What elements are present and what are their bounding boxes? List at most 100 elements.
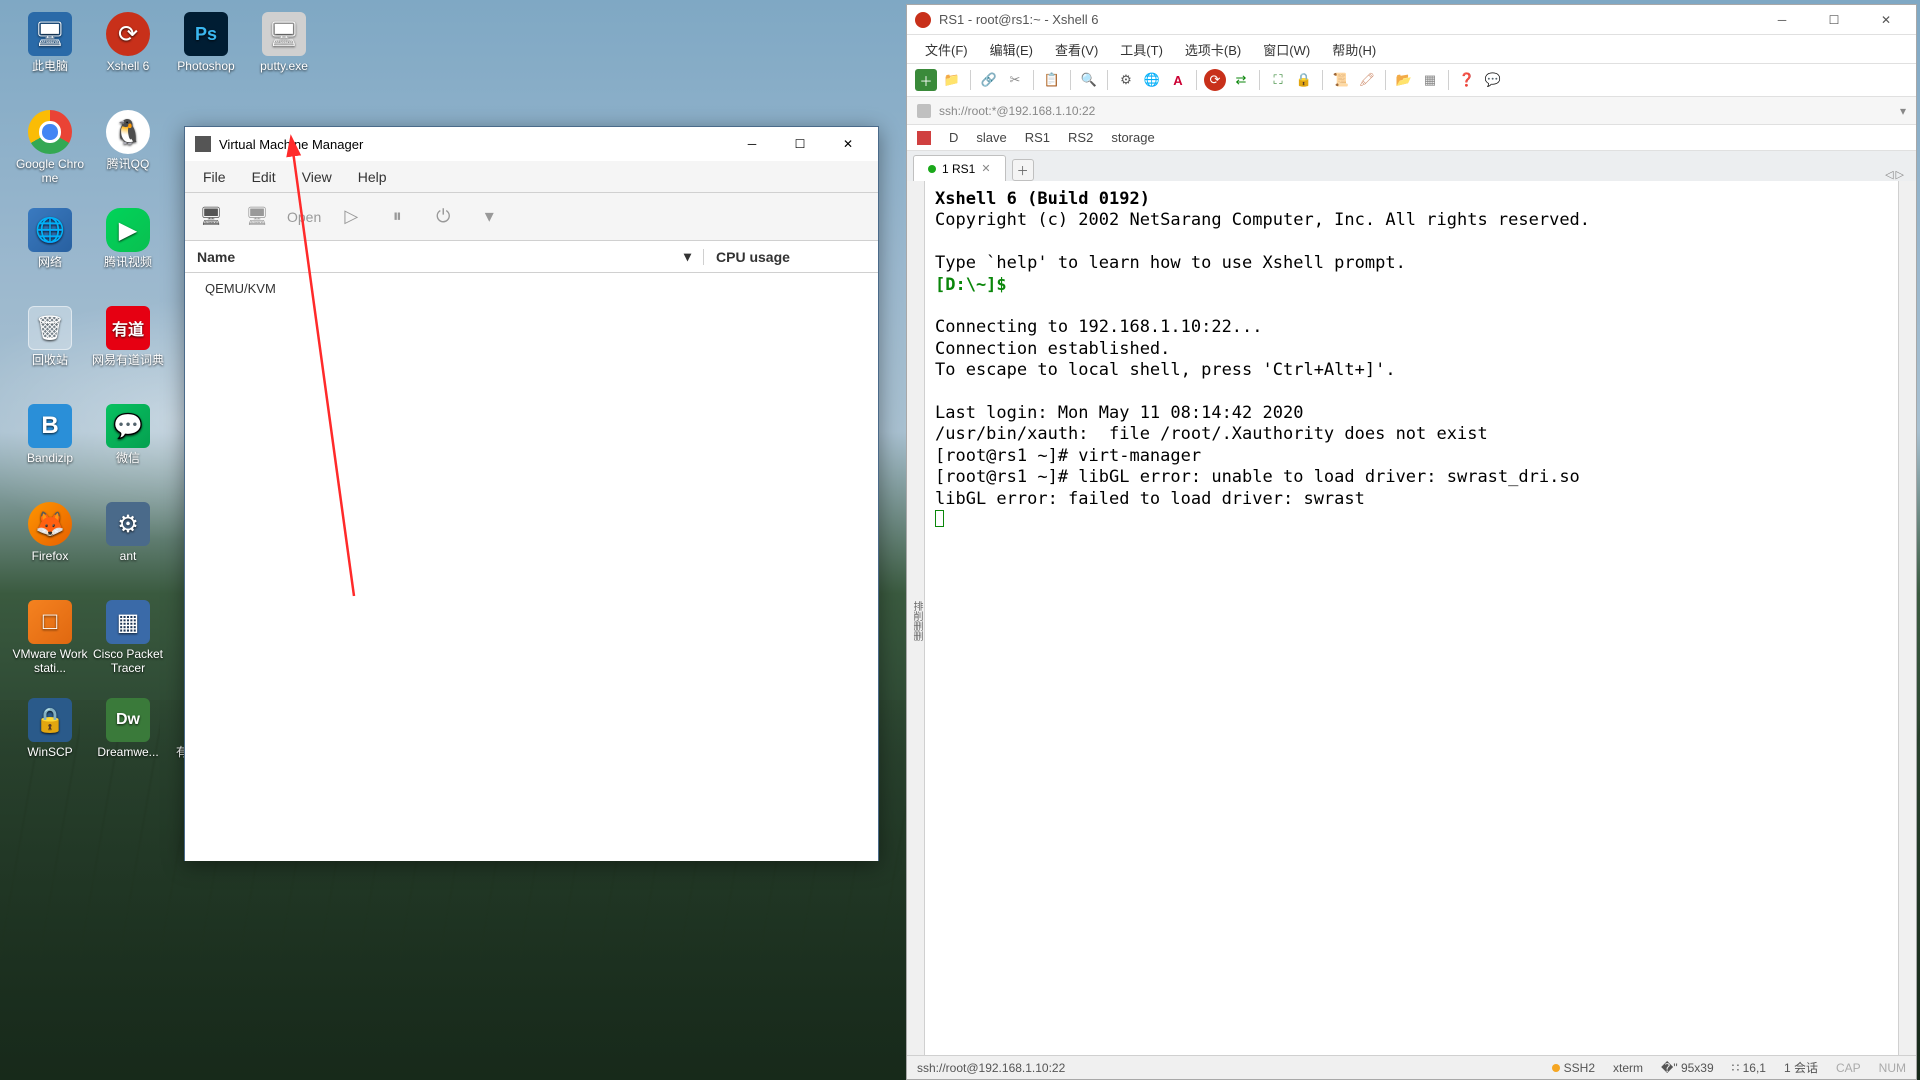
pause-icon[interactable]: ⏸: [381, 201, 413, 233]
app-icon: 🖥: [262, 12, 306, 56]
new-tab-button[interactable]: ＋: [1012, 159, 1034, 181]
copy-icon[interactable]: 📋: [1041, 69, 1063, 91]
xshell-logo-icon[interactable]: ⟳: [1204, 69, 1226, 91]
separator: [1033, 70, 1034, 90]
terminal-scrollbar[interactable]: [1898, 181, 1916, 1055]
desktop-icon-Bandizip[interactable]: BBandizip: [12, 400, 88, 498]
shutdown-icon[interactable]: ⏻: [427, 201, 459, 233]
desktop-icon-Dreamwe...[interactable]: DwDreamwe...: [90, 694, 166, 792]
desktop-icon-腾讯视频[interactable]: ▶腾讯视频: [90, 204, 166, 302]
desktop-icon-Xshell 6[interactable]: ⟳Xshell 6: [90, 8, 166, 106]
feedback-icon[interactable]: 💬: [1482, 69, 1504, 91]
folder-icon[interactable]: 📂: [1393, 69, 1415, 91]
separator: [1448, 70, 1449, 90]
menu-help[interactable]: 帮助(H): [1322, 37, 1386, 62]
open-session-icon[interactable]: 📁: [941, 69, 963, 91]
desktop-icon-putty.exe[interactable]: 🖥putty.exe: [246, 8, 322, 106]
close-tab-icon[interactable]: ✕: [981, 162, 990, 175]
lock-icon[interactable]: 🔒: [1293, 69, 1315, 91]
new-session-icon[interactable]: ＋: [915, 69, 937, 91]
connection-row[interactable]: QEMU/KVM: [185, 273, 878, 304]
desktop-icon-腾讯QQ[interactable]: 🐧腾讯QQ: [90, 106, 166, 204]
dropdown-icon[interactable]: ▾: [473, 201, 505, 233]
icon-label: 微信: [116, 452, 140, 466]
desktop-icon-Photoshop[interactable]: PsPhotoshop: [168, 8, 244, 106]
desktop-icon-WinSCP[interactable]: 🔒WinSCP: [12, 694, 88, 792]
icon-label: Xshell 6: [107, 60, 150, 74]
close-button[interactable]: ✕: [1864, 7, 1908, 33]
menu-file[interactable]: 文件(F): [915, 37, 978, 62]
tab-nav: ◁ ▷: [1885, 168, 1910, 181]
flag-icon[interactable]: [917, 131, 931, 145]
minimize-button[interactable]: ─: [1760, 7, 1804, 33]
highlight-icon[interactable]: 🖍: [1356, 69, 1378, 91]
vmm-titlebar[interactable]: Virtual Machine Manager ─ ☐ ✕: [185, 127, 878, 161]
tab-label: 1 RS1: [942, 162, 975, 176]
globe-icon[interactable]: 🌐: [1141, 69, 1163, 91]
xftp-icon[interactable]: ⇄: [1230, 69, 1252, 91]
xshell-titlebar[interactable]: RS1 - root@rs1:~ - Xshell 6 ─ ☐ ✕: [907, 5, 1916, 35]
close-button[interactable]: ✕: [828, 130, 868, 158]
desktop-icon-网络[interactable]: 🌐网络: [12, 204, 88, 302]
open-console-icon[interactable]: 🖥: [241, 201, 273, 233]
app-icon: [28, 110, 72, 154]
menu-help[interactable]: Help: [346, 165, 399, 189]
status-size: �" 95x39: [1661, 1061, 1714, 1075]
layout-icon[interactable]: ▦: [1419, 69, 1441, 91]
desktop-icon-VMware Workstati...[interactable]: □VMware Workstati...: [12, 596, 88, 694]
link-slave[interactable]: slave: [976, 130, 1006, 145]
link-storage[interactable]: storage: [1111, 130, 1154, 145]
quick-links-bar: D slave RS1 RS2 storage: [907, 125, 1916, 151]
new-vm-icon[interactable]: 🖥: [195, 201, 227, 233]
help-icon[interactable]: ❓: [1456, 69, 1478, 91]
desktop-icon-微信[interactable]: 💬微信: [90, 400, 166, 498]
desktop-icon-网易有道词典[interactable]: 有道网易有道词典: [90, 302, 166, 400]
desktop-icon-Google Chrome[interactable]: Google Chrome: [12, 106, 88, 204]
disconnect-icon[interactable]: ✂: [1004, 69, 1026, 91]
tab-prev-icon[interactable]: ◁: [1885, 168, 1893, 181]
link-RS2[interactable]: RS2: [1068, 130, 1093, 145]
maximize-button[interactable]: ☐: [780, 130, 820, 158]
tab-next-icon[interactable]: ▷: [1896, 168, 1904, 181]
session-tabs: 1 RS1 ✕ ＋ ◁ ▷: [907, 151, 1916, 181]
session-tab-RS1[interactable]: 1 RS1 ✕: [913, 155, 1006, 181]
status-cursor-pos: ∷ 16,1: [1732, 1061, 1766, 1075]
dropdown-icon[interactable]: ▾: [1900, 104, 1906, 118]
menu-view[interactable]: 查看(V): [1045, 37, 1108, 62]
menu-view[interactable]: View: [290, 165, 344, 189]
run-icon[interactable]: ▷: [335, 201, 367, 233]
properties-icon[interactable]: ⚙: [1115, 69, 1137, 91]
menu-edit[interactable]: 编辑(E): [980, 37, 1043, 62]
terminal[interactable]: Xshell 6 (Build 0192) Copyright (c) 2002…: [925, 181, 1898, 1055]
column-cpu[interactable]: CPU usage: [703, 249, 878, 265]
status-num: NUM: [1879, 1061, 1906, 1075]
terminal-area: 排削删删 Xshell 6 (Build 0192) Copyright (c)…: [907, 181, 1916, 1055]
address-bar[interactable]: ssh://root:*@192.168.1.10:22 ▾: [907, 97, 1916, 125]
icon-label: 网络: [38, 256, 62, 270]
menu-file[interactable]: File: [191, 165, 238, 189]
link-RS1[interactable]: RS1: [1025, 130, 1050, 145]
menu-tab[interactable]: 选项卡(B): [1175, 37, 1251, 62]
menu-tools[interactable]: 工具(T): [1110, 37, 1173, 62]
reconnect-icon[interactable]: 🔗: [978, 69, 1000, 91]
side-panel[interactable]: 排削删删: [907, 181, 925, 1055]
column-name[interactable]: Name▾: [185, 248, 703, 265]
fullscreen-icon[interactable]: ⛶: [1267, 69, 1289, 91]
desktop-icon-此电脑[interactable]: 🖥此电脑: [12, 8, 88, 106]
menu-edit[interactable]: Edit: [240, 165, 288, 189]
desktop-icon-ant[interactable]: ⚙ant: [90, 498, 166, 596]
search-icon[interactable]: 🔍: [1078, 69, 1100, 91]
vmm-vm-list[interactable]: QEMU/KVM: [185, 273, 878, 861]
app-icon: B: [28, 404, 72, 448]
minimize-button[interactable]: ─: [732, 130, 772, 158]
link-D[interactable]: D: [949, 130, 958, 145]
font-icon[interactable]: A: [1167, 69, 1189, 91]
menu-window[interactable]: 窗口(W): [1253, 37, 1320, 62]
desktop-icon-Firefox[interactable]: 🦊Firefox: [12, 498, 88, 596]
maximize-button[interactable]: ☐: [1812, 7, 1856, 33]
script-icon[interactable]: 📜: [1330, 69, 1352, 91]
desktop-icon-回收站[interactable]: 🗑回收站: [12, 302, 88, 400]
separator: [1070, 70, 1071, 90]
open-button[interactable]: Open: [287, 209, 321, 225]
desktop-icon-Cisco Packet Tracer[interactable]: ▦Cisco Packet Tracer: [90, 596, 166, 694]
